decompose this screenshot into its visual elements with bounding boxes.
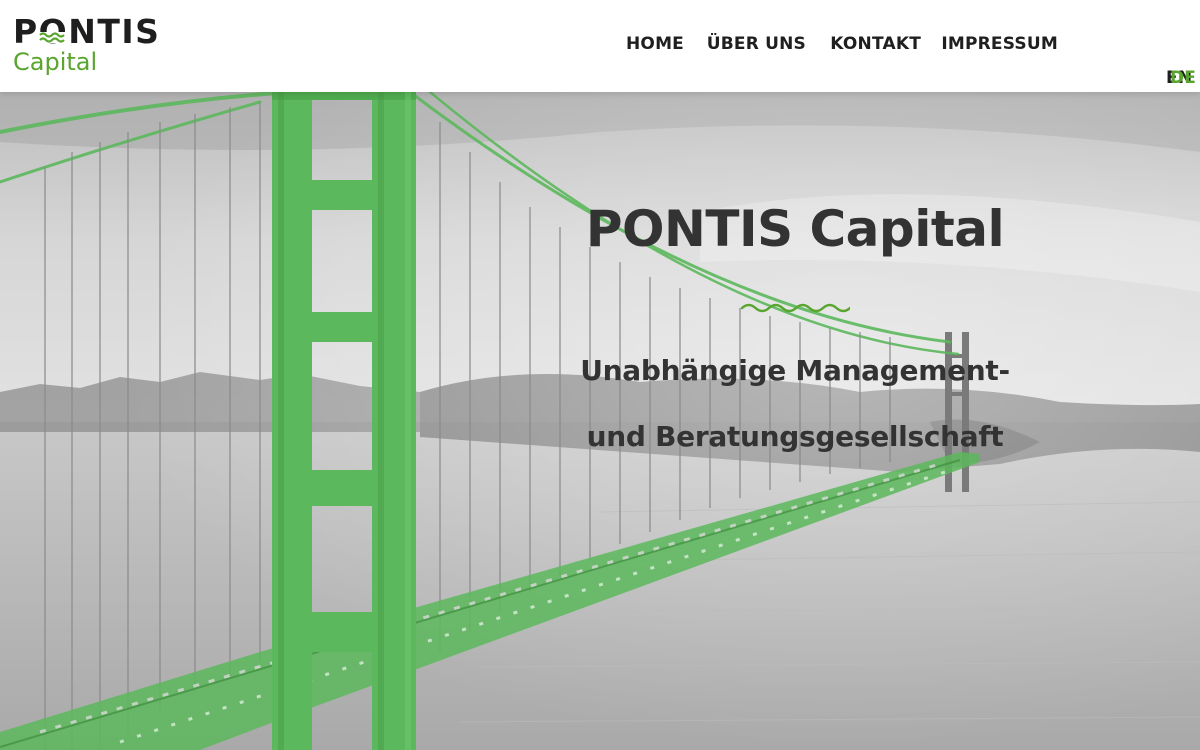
site-header: PONTIS Capital HOME ÜBER UNS KONTAKT IMP… — [0, 0, 1200, 92]
lang-de-link[interactable]: DE — [1170, 68, 1196, 88]
nav-item-ueber-uns[interactable]: ÜBER UNS — [707, 34, 806, 54]
hero-title: PONTIS Capital — [585, 200, 1005, 258]
nav-item-impressum[interactable]: IMPRESSUM — [941, 34, 1058, 54]
pontis-logo: PONTIS Capital — [13, 12, 160, 76]
logo-tagline: Capital — [13, 48, 97, 76]
hero-section: PONTIS Capital Unabhängige Management- u… — [0, 92, 1200, 750]
wave-divider-icon — [740, 303, 850, 313]
hero-subtitle-line-2: und Beratungsgesellschaft — [586, 420, 1004, 453]
logo-wave-icon — [39, 32, 66, 43]
nav-item-home[interactable]: HOME — [626, 34, 684, 54]
nav-item-kontakt[interactable]: KONTAKT — [830, 34, 921, 54]
logo-wordmark: PONTIS — [13, 12, 160, 51]
logo-link[interactable]: PONTIS Capital — [13, 12, 163, 78]
hero-subtitle-line-1: Unabhängige Management- — [580, 354, 1010, 387]
